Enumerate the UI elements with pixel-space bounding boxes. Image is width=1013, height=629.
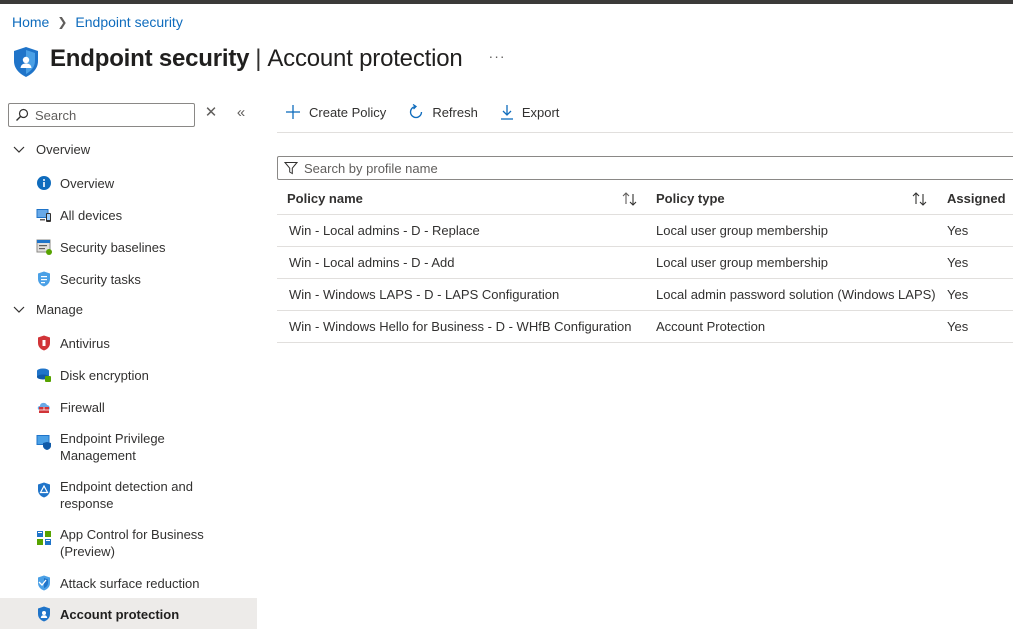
sidebar-item-security-tasks[interactable]: Security tasks: [0, 270, 257, 288]
sidebar-item-overview[interactable]: Overview: [0, 174, 257, 192]
asr-icon: [36, 575, 52, 591]
sidebar-item-label: All devices: [60, 207, 123, 223]
chevron-right-icon: ❯: [57, 15, 68, 29]
breadcrumb-home[interactable]: Home: [12, 14, 49, 30]
info-icon: [36, 175, 52, 191]
shield-user-icon: [14, 47, 38, 77]
table-row[interactable]: Win - Local admins - D - Add Local user …: [277, 247, 1013, 279]
group-overview[interactable]: Overview: [12, 142, 90, 157]
page-title-main: Endpoint security: [50, 45, 250, 72]
sidebar-item-label: Disk encryption: [60, 367, 149, 383]
disk-encryption-icon: [36, 367, 52, 383]
toolbar-divider: [277, 132, 1013, 133]
group-manage[interactable]: Manage: [12, 302, 83, 317]
cell-policy-type: Account Protection: [656, 319, 766, 334]
sidebar-item-label: Attack surface reduction: [60, 575, 200, 591]
cell-assigned: Yes: [947, 319, 969, 334]
breadcrumb-endpoint-security[interactable]: Endpoint security: [75, 14, 182, 30]
create-policy-label: Create Policy: [309, 104, 387, 120]
cell-policy-type: Local user group membership: [656, 223, 828, 238]
column-header-assigned[interactable]: Assigned: [947, 191, 1006, 206]
column-header-policy-name[interactable]: Policy name: [287, 191, 363, 206]
cell-assigned: Yes: [947, 223, 969, 238]
profile-search-placeholder: Search by profile name: [304, 160, 438, 176]
refresh-button[interactable]: Refresh: [408, 104, 478, 120]
top-bar: [0, 0, 1013, 4]
cell-policy-name[interactable]: Win - Windows LAPS - D - LAPS Configurat…: [289, 287, 559, 302]
collapse-sidebar-icon[interactable]: «: [234, 105, 248, 120]
sidebar-item-account-protection[interactable]: Account protection: [0, 598, 257, 629]
filter-icon: [284, 162, 298, 175]
cell-assigned: Yes: [947, 287, 969, 302]
page-title-sub: Account protection: [267, 45, 463, 72]
sidebar-item-endpoint-detection-response[interactable]: Endpoint detection and response: [0, 478, 257, 514]
sidebar-search-input[interactable]: Search: [8, 103, 195, 127]
search-icon: [16, 108, 29, 121]
cell-assigned: Yes: [947, 255, 969, 270]
group-manage-label: Manage: [36, 302, 83, 317]
sidebar-item-label: Security tasks: [60, 271, 141, 287]
page-header: Endpoint security | Account protection ···: [12, 40, 506, 78]
cell-policy-type: Local user group membership: [656, 255, 828, 270]
table-row[interactable]: Win - Windows LAPS - D - LAPS Configurat…: [277, 279, 1013, 311]
antivirus-icon: [36, 335, 52, 351]
page-title: Endpoint security | Account protection: [50, 45, 463, 72]
app-control-icon: [36, 530, 52, 546]
plus-icon: [286, 105, 300, 119]
sidebar-item-label: Account protection: [60, 606, 180, 622]
profile-search-input[interactable]: Search by profile name: [277, 156, 1013, 180]
group-overview-label: Overview: [36, 142, 91, 157]
sidebar-item-all-devices[interactable]: All devices: [0, 206, 257, 224]
edr-icon: [36, 482, 52, 498]
command-bar: Create Policy Refresh Export: [285, 104, 581, 120]
firewall-icon: [36, 399, 52, 415]
sidebar-item-label: Endpoint Privilege Management: [60, 431, 165, 463]
cell-policy-name[interactable]: Win - Local admins - D - Replace: [289, 223, 480, 238]
privilege-icon: [36, 434, 52, 450]
chevron-down-icon: [13, 146, 25, 153]
breadcrumb: Home ❯ Endpoint security: [12, 14, 183, 30]
export-button[interactable]: Export: [500, 104, 560, 120]
sidebar-item-antivirus[interactable]: Antivirus: [0, 334, 257, 352]
sidebar-item-firewall[interactable]: Firewall: [0, 398, 257, 416]
tasks-icon: [36, 271, 52, 287]
sidebar-item-endpoint-privilege-management[interactable]: Endpoint Privilege Management: [0, 430, 257, 466]
more-options-button[interactable]: ···: [489, 48, 506, 64]
column-header-policy-type[interactable]: Policy type: [656, 191, 725, 206]
download-icon: [500, 105, 513, 120]
create-policy-button[interactable]: Create Policy: [285, 104, 386, 120]
cell-policy-name[interactable]: Win - Local admins - D - Add: [289, 255, 454, 270]
clear-search-icon[interactable]: ✕: [204, 105, 218, 120]
sidebar-item-label: Endpoint detection and response: [60, 479, 193, 511]
devices-icon: [36, 207, 52, 223]
baselines-icon: [36, 239, 52, 255]
refresh-icon: [410, 104, 423, 119]
sidebar-item-app-control[interactable]: App Control for Business (Preview): [0, 526, 257, 562]
sidebar-item-label: Overview: [60, 175, 115, 191]
table-row[interactable]: Win - Windows Hello for Business - D - W…: [277, 311, 1013, 343]
table-header: Policy name Policy type Assigned: [277, 183, 1013, 215]
sidebar: Search ✕ « Overview Overview All devices…: [0, 96, 257, 629]
sidebar-item-disk-encryption[interactable]: Disk encryption: [0, 366, 257, 384]
sort-icon[interactable]: [621, 192, 639, 206]
sidebar-item-label: Security baselines: [60, 239, 166, 255]
sidebar-item-label: App Control for Business (Preview): [60, 527, 204, 559]
sidebar-item-attack-surface-reduction[interactable]: Attack surface reduction: [0, 574, 257, 592]
table-row[interactable]: Win - Local admins - D - Replace Local u…: [277, 215, 1013, 247]
sidebar-item-security-baselines[interactable]: Security baselines: [0, 238, 257, 256]
cell-policy-name[interactable]: Win - Windows Hello for Business - D - W…: [289, 319, 631, 334]
sidebar-item-label: Antivirus: [60, 335, 110, 351]
policy-table: Policy name Policy type Assigned Win - L…: [277, 183, 1013, 343]
sidebar-search-placeholder: Search: [35, 107, 77, 123]
account-protection-icon: [36, 606, 52, 622]
export-label: Export: [521, 104, 560, 120]
sidebar-item-label: Firewall: [60, 399, 105, 415]
refresh-label: Refresh: [432, 104, 478, 120]
sort-icon[interactable]: [911, 192, 929, 206]
cell-policy-type: Local admin password solution (Windows L…: [656, 287, 936, 302]
chevron-down-icon: [13, 306, 25, 313]
